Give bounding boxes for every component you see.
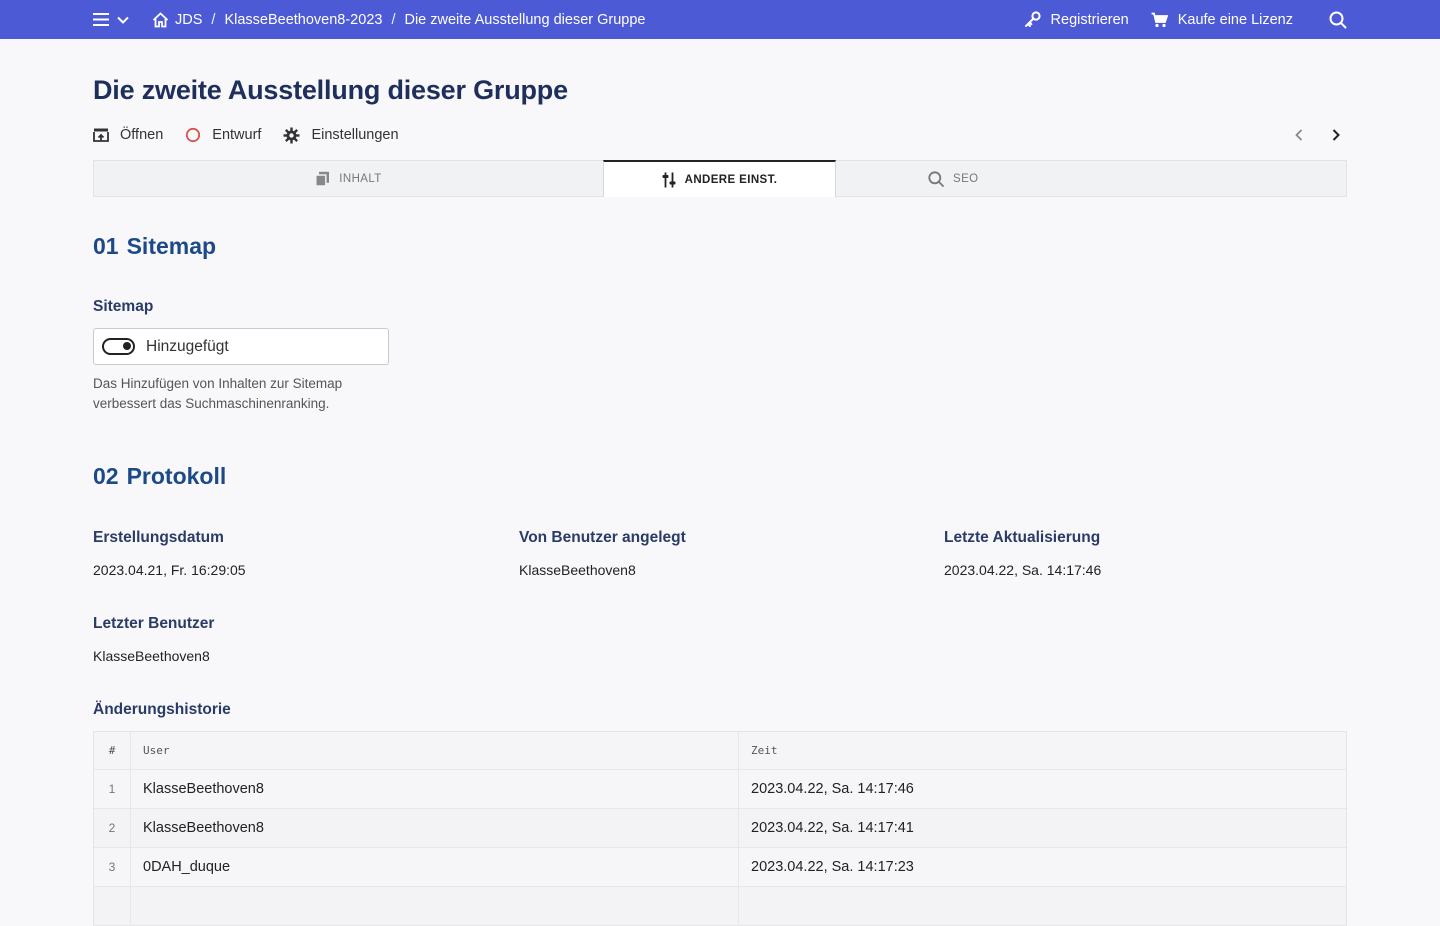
table-header-row: # User Zeit	[94, 732, 1346, 770]
chevron-down-icon[interactable]	[117, 16, 129, 24]
draft-circle-icon	[185, 127, 201, 143]
breadcrumb-item-jds[interactable]: JDS	[175, 12, 202, 28]
chevron-right-icon[interactable]	[1325, 124, 1347, 146]
row-number: 1	[94, 770, 131, 808]
breadcrumb-separator: /	[391, 11, 396, 28]
row-user: KlasseBeethoven8	[131, 809, 739, 847]
tab-other-settings[interactable]: ANDERE EINST.	[603, 160, 836, 197]
last-user-value: KlasseBeethoven8	[93, 648, 210, 664]
open-button[interactable]: Öffnen	[93, 127, 163, 143]
sitemap-help-text: Das Hinzufügen von Inhalten zur Sitemap …	[93, 376, 343, 411]
section-title: Sitemap	[126, 233, 217, 259]
creator-value: KlasseBeethoven8	[519, 562, 636, 578]
tab-bar: INHALT ANDERE EINST. SEO	[93, 160, 1347, 197]
tab-content[interactable]: INHALT	[94, 161, 603, 196]
page-actions: Öffnen Entwurf Einstellungen	[93, 124, 421, 146]
tab-content-label: INHALT	[339, 172, 382, 185]
row-number: 2	[94, 809, 131, 847]
column-header-number: #	[94, 732, 131, 769]
history-table: # User Zeit 1 KlasseBeethoven8 2023.04.2…	[93, 731, 1347, 926]
section-title: Protokoll	[126, 463, 227, 489]
section-heading-sitemap: 01 Sitemap	[93, 233, 216, 260]
row-time	[739, 887, 1346, 925]
history-label: Änderungshistorie	[93, 701, 231, 718]
buy-license-button[interactable]: Kaufe eine Lizenz	[1151, 12, 1293, 28]
row-time: 2023.04.22, Sa. 14:17:46	[751, 781, 914, 797]
breadcrumb-item-current[interactable]: Die zweite Ausstellung dieser Gruppe	[404, 12, 645, 28]
page-pager	[1288, 124, 1347, 146]
draft-label: Entwurf	[212, 127, 262, 143]
table-row[interactable]	[94, 887, 1346, 926]
toggle-switch-icon[interactable]	[102, 338, 135, 355]
created-date-value: 2023.04.21, Fr. 16:29:05	[93, 562, 246, 578]
last-updated-label: Letzte Aktualisierung	[944, 529, 1101, 546]
creator-label: Von Benutzer angelegt	[519, 529, 686, 546]
column-header-user[interactable]: User	[131, 732, 739, 769]
last-user-label: Letzter Benutzer	[93, 615, 215, 632]
settings-button[interactable]: Einstellungen	[283, 127, 399, 144]
cart-icon	[1151, 12, 1168, 28]
tab-other-settings-label: ANDERE EINST.	[684, 173, 778, 186]
sitemap-toggle[interactable]: Hinzugefügt	[93, 328, 389, 365]
row-number: 3	[94, 848, 131, 886]
search-icon[interactable]	[1329, 11, 1347, 29]
last-updated-value: 2023.04.22, Sa. 14:17:46	[944, 562, 1102, 578]
chevron-left-icon[interactable]	[1288, 124, 1310, 146]
row-time: 2023.04.22, Sa. 14:17:23	[751, 859, 914, 875]
tab-seo-label: SEO	[953, 172, 979, 185]
register-button[interactable]: Registrieren	[1024, 11, 1129, 28]
sliders-icon	[662, 172, 676, 188]
table-row[interactable]: 1 KlasseBeethoven8 2023.04.22, Sa. 14:17…	[94, 770, 1346, 809]
sitemap-label: Sitemap	[93, 298, 154, 315]
row-user: KlasseBeethoven8	[131, 770, 739, 808]
table-row[interactable]: 2 KlasseBeethoven8 2023.04.22, Sa. 14:17…	[94, 809, 1346, 848]
section-number: 01	[93, 233, 119, 259]
tab-seo[interactable]: SEO	[836, 161, 1346, 196]
breadcrumb-item-group[interactable]: KlasseBeethoven8-2023	[224, 12, 382, 28]
open-label: Öffnen	[120, 127, 164, 143]
top-bar-actions: Registrieren Kaufe eine Lizenz	[1024, 0, 1347, 39]
table-row[interactable]: 3 0DAH_duque 2023.04.22, Sa. 14:17:23	[94, 848, 1346, 887]
register-label: Registrieren	[1050, 11, 1129, 28]
top-bar: JDS / KlasseBeethoven8-2023 / Die zweite…	[0, 0, 1440, 39]
breadcrumb-separator: /	[211, 11, 216, 28]
settings-label: Einstellungen	[311, 127, 399, 143]
column-header-time[interactable]: Zeit	[739, 732, 1346, 769]
row-time: 2023.04.22, Sa. 14:17:41	[751, 820, 914, 836]
buy-license-label: Kaufe eine Lizenz	[1177, 11, 1293, 28]
created-date-label: Erstellungsdatum	[93, 529, 224, 546]
row-number	[94, 887, 131, 925]
draft-status-button[interactable]: Entwurf	[185, 127, 261, 143]
key-icon	[1024, 11, 1041, 28]
search-icon	[928, 170, 944, 187]
row-user: 0DAH_duque	[131, 848, 739, 886]
copy-icon	[315, 171, 330, 187]
home-icon[interactable]	[151, 11, 169, 28]
gear-icon	[283, 127, 300, 144]
hamburger-menu-icon[interactable]	[93, 13, 109, 26]
row-user	[131, 887, 739, 925]
sitemap-toggle-label: Hinzugefügt	[146, 337, 229, 355]
section-number: 02	[93, 463, 119, 489]
section-heading-protocol: 02 Protokoll	[93, 463, 226, 490]
open-display-icon	[93, 127, 109, 143]
breadcrumb: JDS / KlasseBeethoven8-2023 / Die zweite…	[93, 0, 645, 39]
page-title: Die zweite Ausstellung dieser Gruppe	[93, 75, 568, 105]
